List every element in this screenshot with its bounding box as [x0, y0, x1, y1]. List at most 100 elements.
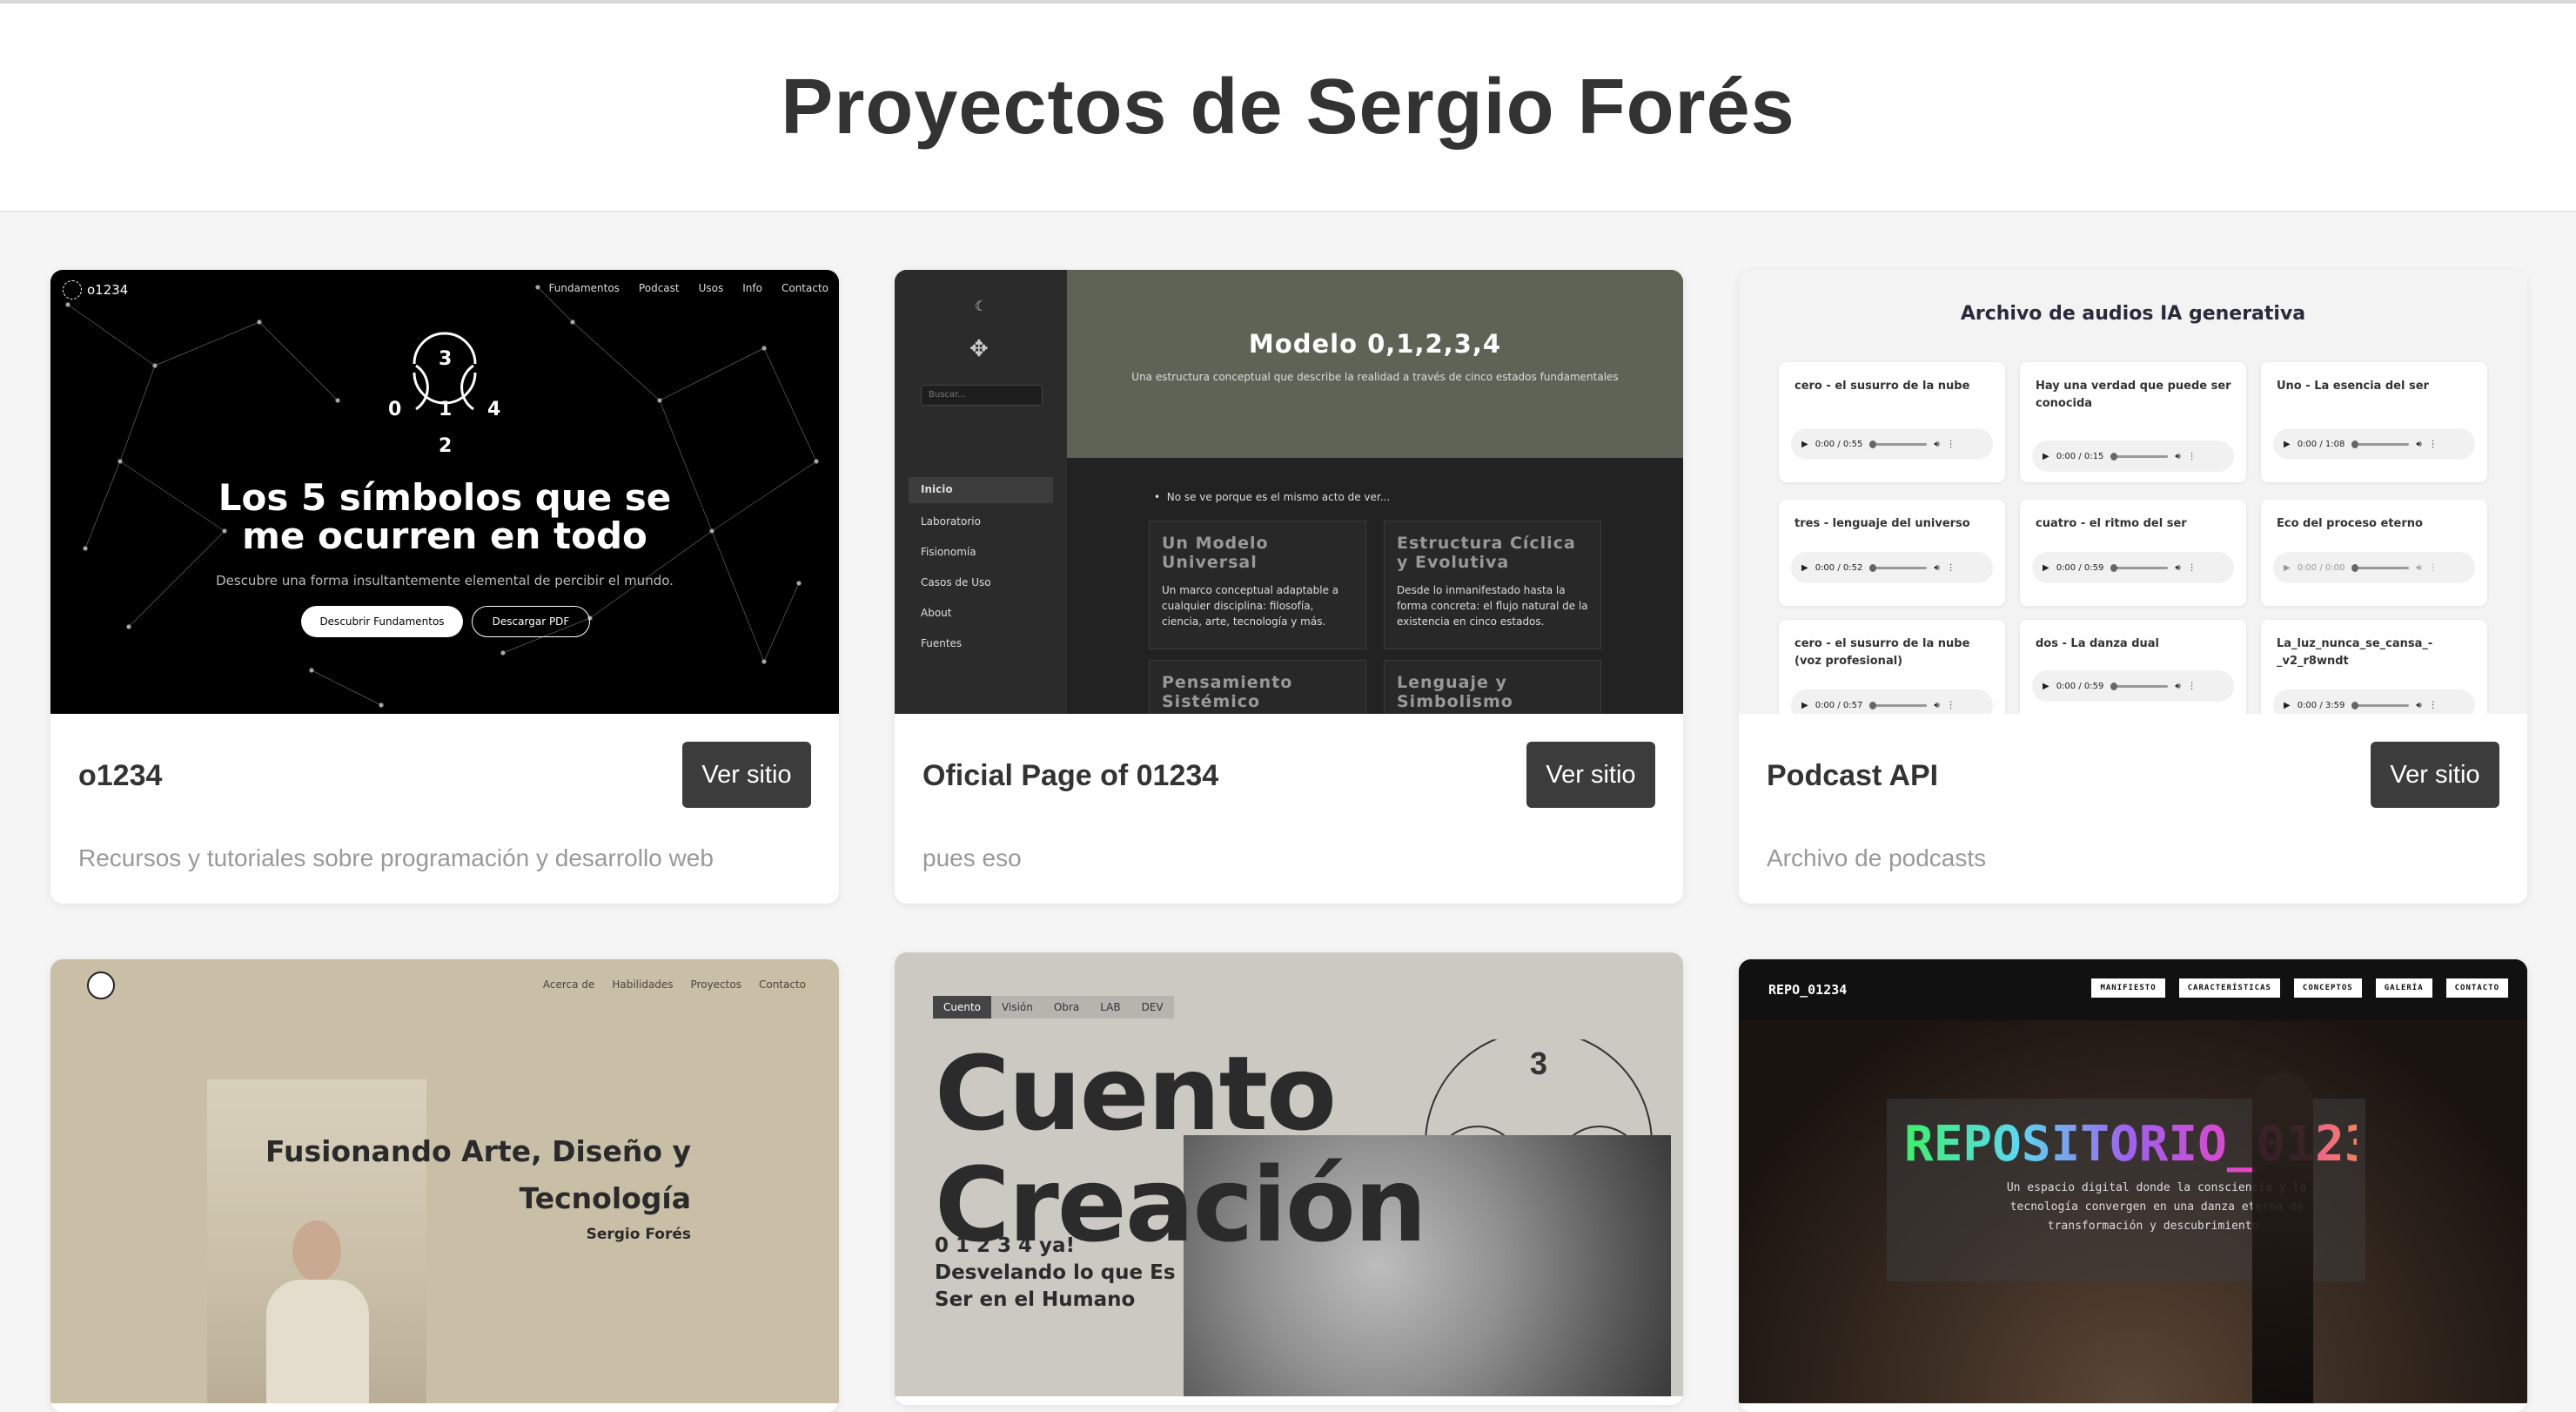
nav-link[interactable]: Contacto — [782, 282, 828, 294]
visit-site-button[interactable]: Ver sitio — [2371, 742, 2499, 808]
logo-circle-icon[interactable] — [87, 972, 115, 999]
nav-link[interactable]: Usos — [699, 282, 724, 294]
portrait-head — [292, 1220, 341, 1281]
sidebar-item-laboratorio[interactable]: Laboratorio — [909, 508, 1053, 538]
nav-link[interactable]: GALERÍA — [2375, 978, 2432, 998]
nav-link[interactable]: Habilidades — [612, 978, 673, 991]
site-logo[interactable]: o1234 — [63, 280, 128, 299]
sidebar-item-about[interactable]: About — [909, 599, 1053, 629]
tab-dev[interactable]: DEV — [1131, 996, 1174, 1019]
symbol-digit: 1 — [439, 399, 453, 420]
audio-player[interactable]: ▶ 0:00 / 0:52 🔊︎ ⋮ — [1791, 552, 1993, 583]
seek-bar[interactable] — [2351, 440, 2410, 448]
volume-icon[interactable]: 🔊︎ — [1934, 701, 1939, 710]
project-thumbnail[interactable]: Cuento Visión Obra LAB DEV 3 Cuento Creac… — [895, 952, 1683, 1396]
nav-link[interactable]: Info — [742, 282, 762, 294]
more-icon[interactable]: ⋮ — [2429, 563, 2438, 573]
audio-player[interactable]: ▶ 0:00 / 3:59 🔊︎ ⋮ — [2273, 689, 2475, 714]
project-thumbnail[interactable]: o1234 Fundamentos Podcast Usos Info Cont… — [50, 270, 839, 714]
logo-icon — [63, 280, 82, 299]
hero-byline: Sergio Forés — [586, 1226, 691, 1243]
seek-bar[interactable] — [2110, 563, 2169, 572]
volume-icon[interactable]: 🔊︎ — [1934, 440, 1939, 449]
seek-bar[interactable] — [1869, 701, 1928, 709]
visit-site-button[interactable]: Ver sitio — [682, 742, 811, 808]
audio-player[interactable]: ▶ 0:00 / 1:08 🔊︎ ⋮ — [2273, 428, 2475, 460]
concept-box: Un Modelo Universal Un marco conceptual … — [1149, 521, 1366, 649]
nav-link[interactable]: CARACTERÍSTICAS — [2178, 978, 2280, 998]
more-icon[interactable]: ⋮ — [2188, 452, 2197, 461]
project-card: o1234 Fundamentos Podcast Usos Info Cont… — [50, 270, 839, 904]
portrait-body — [266, 1280, 369, 1403]
nav-link[interactable]: Fundamentos — [549, 282, 620, 294]
visit-site-button[interactable]: Ver sitio — [1526, 742, 1655, 808]
sidebar-item-fuentes[interactable]: Fuentes — [909, 629, 1053, 660]
more-icon[interactable]: ⋮ — [2429, 701, 2438, 710]
tab-vision[interactable]: Visión — [991, 996, 1043, 1019]
volume-icon[interactable]: 🔊︎ — [1934, 563, 1939, 573]
play-icon[interactable]: ▶ — [2043, 682, 2049, 691]
more-icon[interactable]: ⋮ — [2429, 440, 2438, 449]
volume-icon[interactable]: 🔊︎ — [2416, 440, 2421, 449]
volume-icon[interactable]: 🔊︎ — [2416, 563, 2421, 573]
play-icon[interactable]: ▶ — [1801, 701, 1808, 710]
audio-player[interactable]: ▶ 0:00 / 0:00 🔊︎ ⋮ — [2273, 552, 2475, 583]
play-icon[interactable]: ▶ — [2284, 563, 2291, 573]
play-icon[interactable]: ▶ — [1801, 563, 1808, 573]
seek-bar[interactable] — [2351, 563, 2410, 572]
card-description: Recursos y tutoriales sobre programación… — [78, 844, 714, 871]
audio-player[interactable]: ▶ 0:00 / 0:57 🔊︎ ⋮ — [1791, 689, 1993, 714]
symbol-digit: 2 — [439, 435, 453, 457]
more-icon[interactable]: ⋮ — [1947, 563, 1955, 573]
seek-bar[interactable] — [1869, 440, 1928, 448]
project-thumbnail[interactable]: Acerca de Habilidades Proyectos Contacto… — [50, 959, 839, 1403]
seek-bar[interactable] — [2351, 701, 2410, 709]
nav-link[interactable]: MANIFIESTO — [2091, 978, 2165, 998]
tab-lab[interactable]: LAB — [1090, 996, 1130, 1019]
seek-bar[interactable] — [2110, 452, 2169, 461]
audio-player[interactable]: ▶ 0:00 / 0:15 🔊︎ ⋮ — [2032, 440, 2234, 472]
play-icon[interactable]: ▶ — [2284, 701, 2291, 710]
audio-player[interactable]: ▶ 0:00 / 0:59 🔊︎ ⋮ — [2032, 552, 2234, 583]
tab-cuento[interactable]: Cuento — [933, 996, 992, 1019]
arc-digit: 3 — [1530, 1046, 1547, 1081]
volume-icon[interactable]: 🔊︎ — [2175, 452, 2180, 461]
seek-bar[interactable] — [1869, 563, 1928, 572]
audio-card: Uno - La esencia del ser ▶ 0:00 / 1:08 🔊︎ ⋮ — [2261, 362, 2487, 482]
sidebar-item-casos[interactable]: Casos de Uso — [909, 568, 1053, 599]
audio-player[interactable]: ▶ 0:00 / 0:59 🔊︎ ⋮ — [2032, 670, 2234, 702]
sidebar-item-fisionomia[interactable]: Fisionomía — [909, 538, 1053, 568]
tab-obra[interactable]: Obra — [1043, 996, 1090, 1019]
nav-link[interactable]: Acerca de — [543, 978, 594, 991]
more-icon[interactable]: ⋮ — [1947, 701, 1955, 710]
hero-title: Fusionando Arte, Diseño y Tecnología — [265, 1134, 691, 1215]
nav-link[interactable]: Proyectos — [691, 978, 741, 991]
nav-link[interactable]: Podcast — [639, 282, 680, 294]
search-input[interactable]: Buscar... — [921, 385, 1043, 406]
project-thumbnail[interactable]: Archivo de audios IA generativa cero - e… — [1739, 270, 2527, 714]
volume-icon[interactable]: 🔊︎ — [2416, 701, 2421, 710]
sidebar-item-inicio[interactable]: Inicio — [909, 477, 1053, 503]
nav-link[interactable]: CONCEPTOS — [2293, 978, 2362, 998]
download-pdf-button[interactable]: Descargar PDF — [472, 606, 590, 637]
project-thumbnail[interactable]: REPO_01234 MANIFIESTO CARACTERÍSTICAS CO… — [1739, 959, 2527, 1403]
nav-link[interactable]: Contacto — [759, 978, 806, 991]
discover-button[interactable]: Descubrir Fundamentos — [301, 606, 463, 637]
seek-bar[interactable] — [2110, 682, 2169, 690]
site-logo[interactable]: REPO_01234 — [1768, 982, 1847, 998]
audio-card: cero - el susurro de la nube (voz profes… — [1779, 620, 2005, 714]
more-icon[interactable]: ⋮ — [1947, 440, 1955, 449]
project-thumbnail[interactable]: ☾ ✥ Buscar... Inicio Laboratorio Fisiono… — [895, 270, 1683, 714]
audio-player[interactable]: ▶ 0:00 / 0:55 🔊︎ ⋮ — [1791, 428, 1993, 460]
nav-link[interactable]: CONTACTO — [2445, 978, 2508, 998]
volume-icon[interactable]: 🔊︎ — [2175, 563, 2180, 573]
project-card: Archivo de audios IA generativa cero - e… — [1739, 270, 2527, 904]
volume-icon[interactable]: 🔊︎ — [2175, 682, 2180, 691]
moon-icon[interactable]: ☾ — [975, 298, 987, 314]
more-icon[interactable]: ⋮ — [2188, 563, 2197, 573]
play-icon[interactable]: ▶ — [2284, 440, 2291, 449]
play-icon[interactable]: ▶ — [1801, 440, 1808, 449]
play-icon[interactable]: ▶ — [2043, 563, 2049, 573]
more-icon[interactable]: ⋮ — [2188, 682, 2197, 691]
play-icon[interactable]: ▶ — [2043, 452, 2049, 461]
